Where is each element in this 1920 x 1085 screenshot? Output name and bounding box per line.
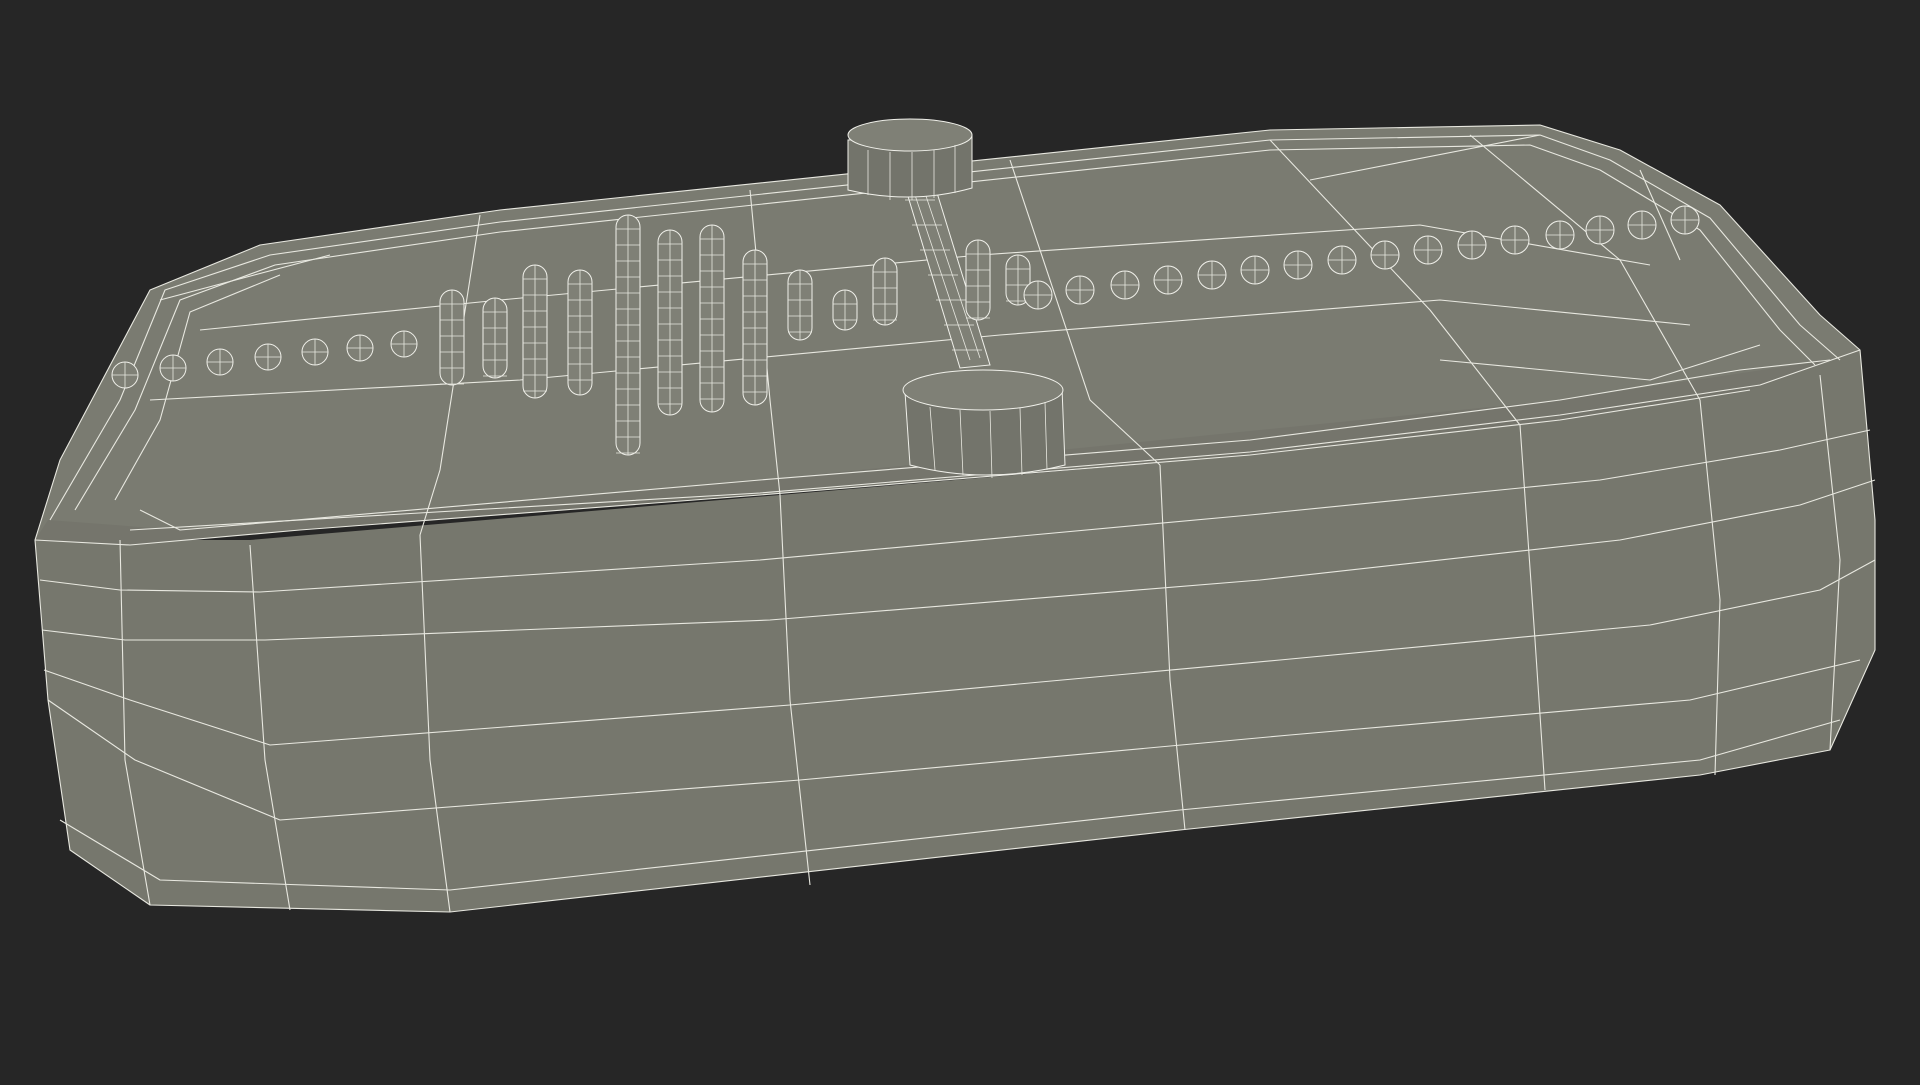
back-cylinder: [847, 118, 973, 200]
viewport: [0, 0, 1920, 1080]
wireframe-model: [34, 118, 1876, 913]
front-cylinder: [902, 369, 1066, 479]
